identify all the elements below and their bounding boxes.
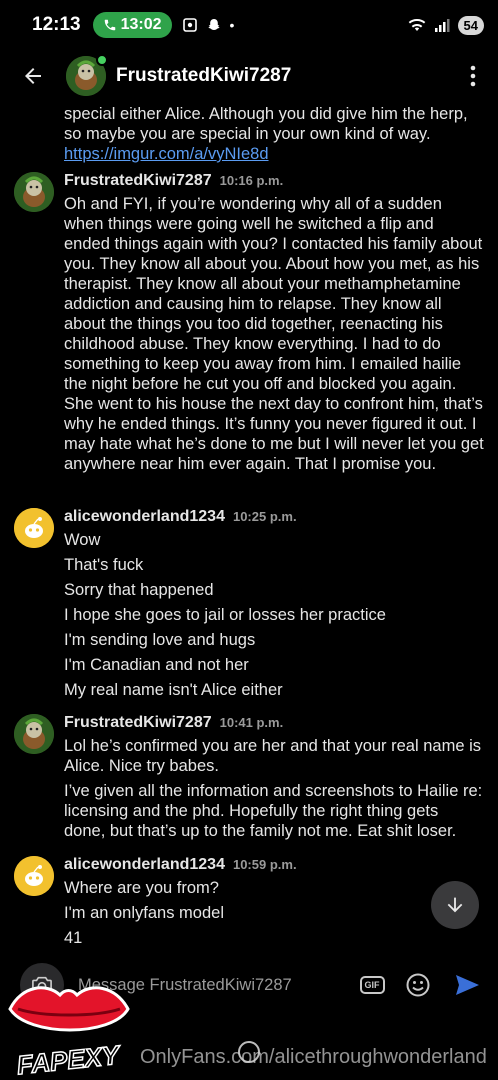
more-vertical-icon	[470, 65, 476, 87]
message-header: FrustratedKiwi7287 10:16 p.m.	[64, 172, 283, 190]
sender-avatar[interactable]	[14, 714, 54, 754]
chat-header: FrustratedKiwi7287	[0, 50, 498, 102]
message-timestamp: 10:16 p.m.	[219, 173, 284, 188]
message-body: Oh and FYI, if you’re wondering why all …	[64, 194, 484, 479]
message-text: Sorry that happened	[64, 581, 214, 599]
kiwi-avatar-icon	[14, 172, 54, 212]
back-arrow-icon	[25, 68, 41, 84]
notification-icons: •	[182, 17, 235, 33]
message-body: Where are you from? I'm an onlyfans mode…	[64, 876, 484, 951]
sender-avatar[interactable]	[14, 508, 54, 548]
phone-icon	[104, 19, 115, 31]
sender-username[interactable]: alicewonderland1234	[64, 856, 225, 874]
message-body: Wow That's fuck Sorry that happened I ho…	[64, 528, 484, 703]
message-timestamp: 10:25 p.m.	[232, 509, 297, 524]
previous-message-text: special either Alice. Although you did g…	[64, 105, 468, 143]
message-text: My real name isn't Alice either	[64, 681, 283, 699]
gif-label: GIF	[359, 976, 385, 994]
scroll-to-bottom-button[interactable]	[431, 881, 479, 929]
alice-avatar-icon	[14, 856, 54, 896]
message-header: alicewonderland1234 10:59 p.m.	[64, 856, 297, 874]
message-list[interactable]: special either Alice. Although you did g…	[0, 102, 498, 957]
message-text: 41	[64, 929, 83, 947]
send-icon	[456, 975, 479, 995]
message-text: Lol he’s confirmed you are her and that …	[64, 737, 482, 775]
imgur-link[interactable]: https://imgur.com/a/vyNIe8d	[64, 145, 269, 163]
sender-username[interactable]: FrustratedKiwi7287	[64, 714, 212, 732]
message-header: FrustratedKiwi7287 10:41 p.m.	[64, 714, 283, 732]
snapchat-icon	[207, 19, 220, 30]
message-body: Lol he’s confirmed you are her and that …	[64, 736, 484, 846]
screenshot-icon	[182, 18, 197, 32]
previous-message: special either Alice. Although you did g…	[64, 104, 484, 164]
status-bar: 12:13 13:02 • 54	[0, 0, 498, 50]
message-text: That's fuck	[64, 556, 144, 574]
message-text: I hope she goes to jail or losses her pr…	[64, 606, 386, 624]
message-header: alicewonderland1234 10:25 p.m.	[64, 508, 297, 526]
back-button[interactable]	[0, 50, 66, 102]
sender-avatar[interactable]	[14, 856, 54, 896]
send-button[interactable]	[452, 970, 482, 1000]
arrow-down-icon	[447, 897, 463, 913]
status-clock: 12:13	[32, 14, 81, 35]
call-duration: 13:02	[120, 16, 162, 33]
ongoing-call-pill[interactable]: 13:02	[92, 12, 172, 38]
message-text: I'm an onlyfans model	[64, 904, 224, 922]
emoji-button[interactable]	[404, 971, 432, 999]
emoji-icon	[406, 973, 430, 997]
sender-avatar[interactable]	[14, 172, 54, 212]
message-text: Wow	[64, 531, 101, 549]
gif-button[interactable]: GIF	[358, 971, 386, 999]
fapexy-logo-text: FAPEXY	[15, 1039, 123, 1077]
battery-level: 54	[457, 15, 484, 35]
message-text: I’ve given all the information and scree…	[64, 782, 483, 840]
onlyfans-watermark: OnlyFans.com/alicethroughwonderland	[140, 1046, 487, 1068]
message-text: I'm sending love and hugs	[64, 631, 256, 649]
fapexy-logo: FAPEXY	[2, 975, 134, 1080]
chat-title: FrustratedKiwi7287	[116, 65, 292, 86]
kiwi-avatar-icon	[14, 714, 54, 754]
message-text: Where are you from?	[64, 879, 219, 897]
more-notifications-dot: •	[229, 17, 235, 33]
online-indicator	[96, 54, 108, 66]
sender-username[interactable]: alicewonderland1234	[64, 508, 225, 526]
wifi-icon	[408, 19, 425, 31]
system-indicators: 54	[408, 15, 484, 35]
alice-avatar-icon	[14, 508, 54, 548]
message-text: I'm Canadian and not her	[64, 656, 249, 674]
header-avatar[interactable]	[66, 54, 108, 96]
sender-username[interactable]: FrustratedKiwi7287	[64, 172, 212, 190]
lips-logo-icon: FAPEXY	[8, 986, 130, 1080]
message-timestamp: 10:41 p.m.	[219, 715, 284, 730]
more-options-button[interactable]	[448, 50, 498, 102]
message-timestamp: 10:59 p.m.	[232, 857, 297, 872]
signal-icon	[434, 19, 450, 32]
message-text: Oh and FYI, if you’re wondering why all …	[64, 195, 484, 473]
